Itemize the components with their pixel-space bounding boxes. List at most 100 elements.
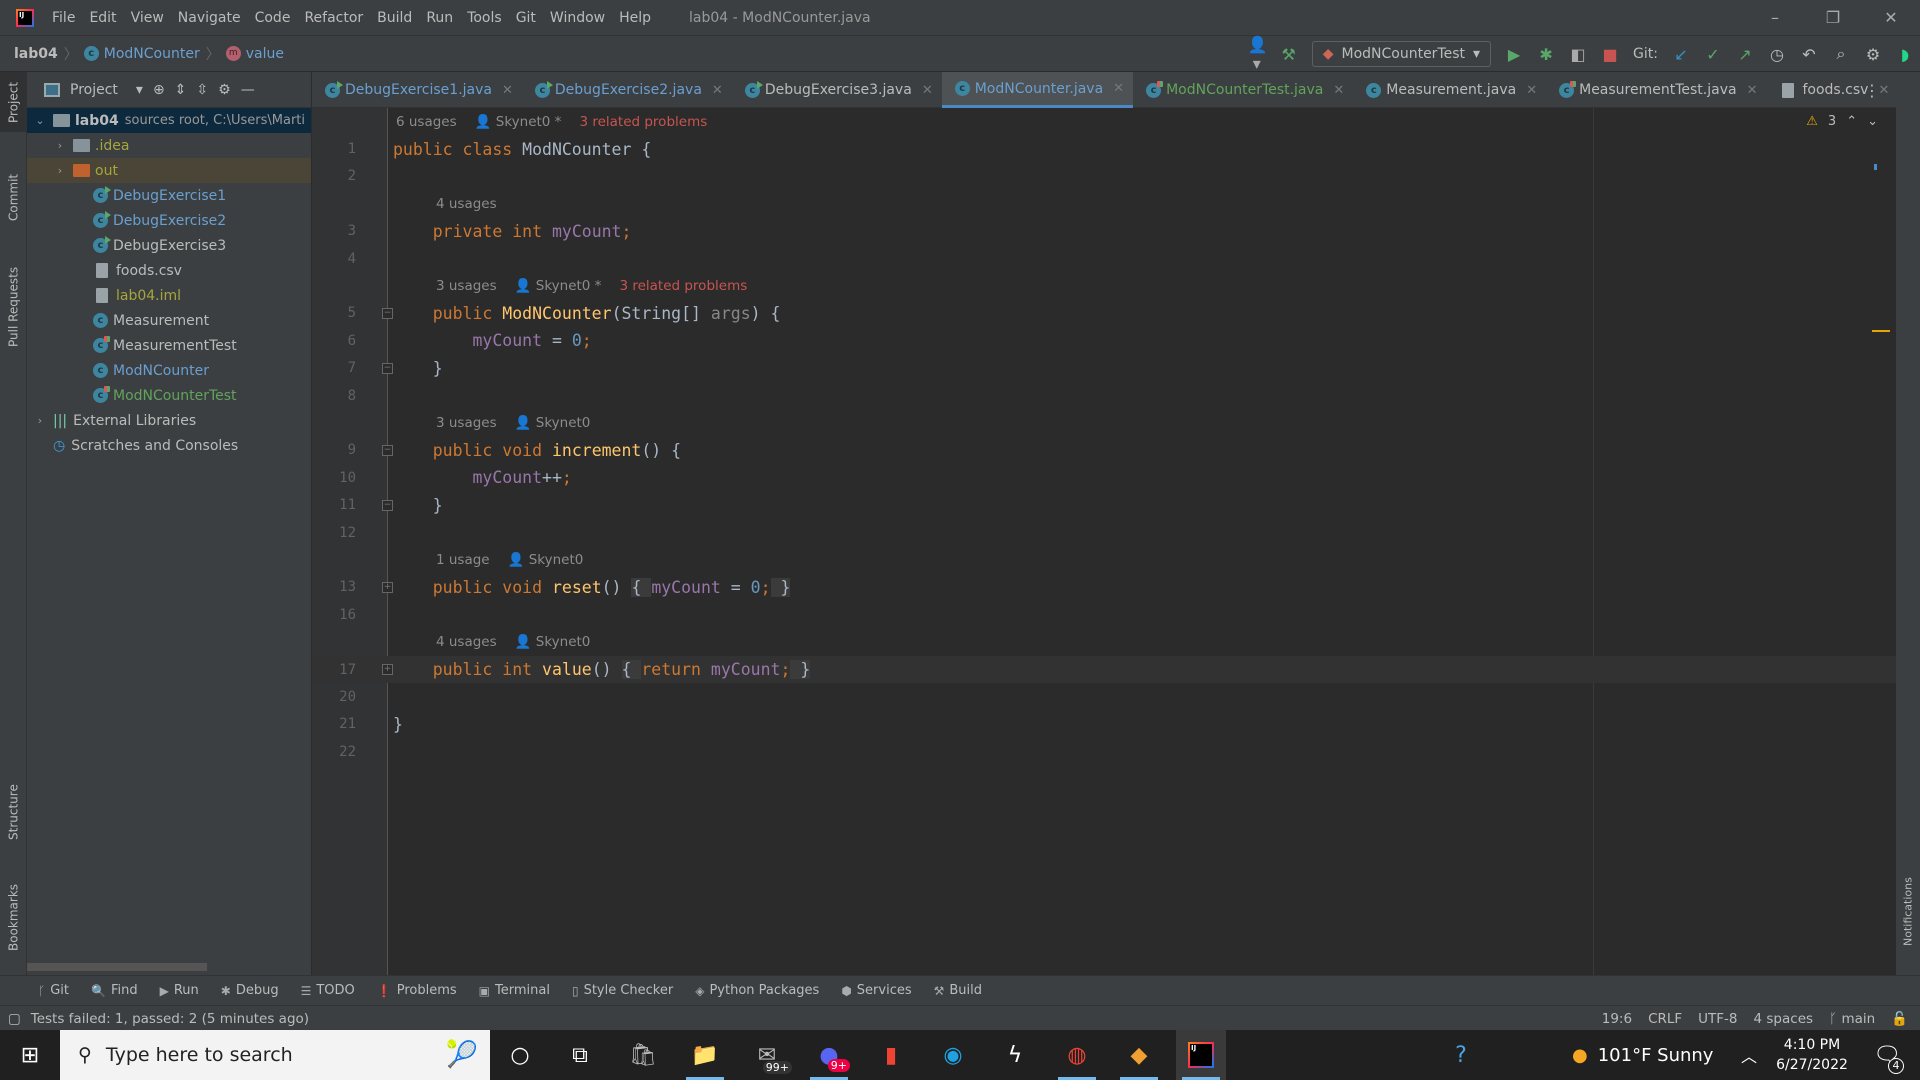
related-problems-hint[interactable]: 3 related problems bbox=[619, 278, 747, 294]
menu-help[interactable]: Help bbox=[619, 10, 651, 26]
tree-item[interactable]: › .idea bbox=[27, 133, 311, 158]
tab-debugexercise1-java[interactable]: c DebugExercise1.java ✕ bbox=[312, 72, 522, 108]
tool-run[interactable]: ▶ Run bbox=[160, 983, 199, 998]
tree-item[interactable]: ◷ Scratches and Consoles bbox=[27, 433, 311, 458]
author-hint[interactable]: 👤 Skynet0 * bbox=[515, 278, 602, 294]
menu-view[interactable]: View bbox=[131, 10, 164, 26]
debug-icon[interactable]: ✱ bbox=[1537, 45, 1555, 64]
hide-icon[interactable]: — bbox=[241, 82, 255, 98]
settings-gear-icon[interactable]: ⚙ bbox=[218, 82, 231, 98]
history-icon[interactable]: ◷ bbox=[1768, 45, 1786, 64]
coverage-icon[interactable]: ◧ bbox=[1569, 45, 1587, 64]
minimize-button[interactable]: – bbox=[1746, 0, 1804, 36]
author-hint[interactable]: 👤 Skynet0 bbox=[508, 552, 584, 568]
line-ending[interactable]: CRLF bbox=[1648, 1011, 1682, 1027]
menu-code[interactable]: Code bbox=[255, 10, 291, 26]
git-branch[interactable]: ᚴ main bbox=[1829, 1011, 1875, 1027]
task-view-icon[interactable]: ⧉ bbox=[555, 1030, 605, 1080]
usages-hint[interactable]: 3 usages bbox=[436, 415, 497, 431]
locate-icon[interactable]: ⊕ bbox=[153, 82, 165, 98]
tool-terminal[interactable]: ▣ Terminal bbox=[479, 983, 550, 998]
expand-fold-icon[interactable]: + bbox=[382, 581, 393, 593]
chrome-icon[interactable]: ◍ bbox=[1052, 1030, 1102, 1080]
tab-measurementtest-java[interactable]: c MeasurementTest.java ✕ bbox=[1546, 72, 1766, 108]
code-line[interactable]: 13 + public void reset() { myCount = 0; } bbox=[312, 574, 1896, 601]
git-update-icon[interactable]: ↙ bbox=[1672, 45, 1690, 64]
menu-git[interactable]: Git bbox=[516, 10, 536, 26]
lock-icon[interactable]: 🔓 bbox=[1891, 1011, 1908, 1027]
code-editor[interactable]: ⚠ 3 ⌃ ⌄ 6 usages 👤 Skynet0 * 3 related probl… bbox=[312, 108, 1896, 975]
collapse-fold-icon[interactable]: − bbox=[382, 362, 393, 374]
tree-item[interactable]: lab04.iml bbox=[27, 283, 311, 308]
tool-tab-commit[interactable]: Commit bbox=[0, 157, 27, 237]
code-line[interactable]: 12 bbox=[312, 519, 1896, 546]
show-hidden-icons-icon[interactable]: ︿ bbox=[1724, 1030, 1774, 1080]
collapse-fold-icon[interactable]: − bbox=[382, 499, 393, 511]
panel-toggle-icon[interactable]: ▢ bbox=[8, 1011, 21, 1027]
tool-find[interactable]: 🔍 Find bbox=[91, 983, 138, 998]
close-button[interactable]: ✕ bbox=[1862, 0, 1920, 36]
usages-hint[interactable]: 1 usage bbox=[436, 552, 490, 568]
restore-button[interactable]: ❐ bbox=[1804, 0, 1862, 36]
close-tab-icon[interactable]: ✕ bbox=[1526, 83, 1537, 98]
close-tab-icon[interactable]: ✕ bbox=[1113, 81, 1124, 96]
git-commit-icon[interactable]: ✓ bbox=[1704, 45, 1722, 64]
windows-start-icon[interactable]: ⊞ bbox=[5, 1030, 55, 1080]
previous-highlight-icon[interactable]: ⌃ bbox=[1846, 114, 1857, 129]
breadcrumb-project[interactable]: lab04 bbox=[14, 46, 58, 62]
mail-icon[interactable]: ✉ 99+ bbox=[742, 1030, 792, 1080]
notifications-icon[interactable]: 🗨 4 bbox=[1862, 1030, 1912, 1080]
close-tab-icon[interactable]: ✕ bbox=[502, 83, 513, 98]
file-explorer-icon[interactable]: 📁 bbox=[680, 1030, 730, 1080]
more-tabs-icon[interactable]: ⋮ bbox=[1864, 81, 1880, 100]
tree-item[interactable]: › out bbox=[27, 158, 311, 183]
tool-services[interactable]: ⬢ Services bbox=[841, 983, 911, 998]
author-hint[interactable]: 👤 Skynet0 bbox=[515, 634, 591, 650]
close-tab-icon[interactable]: ✕ bbox=[1878, 83, 1889, 98]
tool-debug[interactable]: ✱ Debug bbox=[221, 983, 279, 998]
code-line[interactable]: 3 private int myCount; bbox=[312, 218, 1896, 245]
cortana-icon[interactable]: ○ bbox=[495, 1030, 545, 1080]
code-line[interactable]: 7 − } bbox=[312, 355, 1896, 382]
usages-hint[interactable]: 4 usages bbox=[436, 634, 497, 650]
git-push-icon[interactable]: ↗ bbox=[1736, 45, 1754, 64]
close-tab-icon[interactable]: ✕ bbox=[1747, 83, 1758, 98]
code-line[interactable]: 5 − public ModNCounter(String[] args) { bbox=[312, 300, 1896, 327]
breadcrumb-class[interactable]: c ModNCounter bbox=[83, 46, 200, 62]
tool-todo[interactable]: ☰ TODO bbox=[301, 983, 355, 998]
code-line[interactable]: 2 bbox=[312, 163, 1896, 190]
status-message[interactable]: Tests failed: 1, passed: 2 (5 minutes ag… bbox=[31, 1011, 309, 1027]
warning-count[interactable]: 3 bbox=[1828, 114, 1836, 129]
code-line[interactable]: 20 bbox=[312, 683, 1896, 710]
tool-build[interactable]: ⚒ Build bbox=[934, 983, 982, 998]
tool-tab-pull-requests[interactable]: Pull Requests bbox=[0, 252, 27, 362]
related-problems-hint[interactable]: 3 related problems bbox=[579, 114, 707, 130]
project-panel-title[interactable]: Project bbox=[70, 82, 118, 98]
usages-hint[interactable]: 4 usages bbox=[436, 196, 497, 212]
code-line[interactable]: 6 myCount = 0; bbox=[312, 327, 1896, 354]
expand-arrow-icon[interactable]: › bbox=[53, 139, 67, 152]
menu-window[interactable]: Window bbox=[550, 10, 605, 26]
tab-debugexercise3-java[interactable]: c DebugExercise3.java ✕ bbox=[732, 72, 942, 108]
code-line[interactable]: 1 public class ModNCounter { bbox=[312, 135, 1896, 162]
tool-tab-project[interactable]: Project bbox=[0, 72, 27, 132]
expand-arrow-icon[interactable]: › bbox=[53, 164, 67, 177]
code-line[interactable]: 17 + public int value() { return myCount;… bbox=[312, 656, 1896, 684]
file-encoding[interactable]: UTF-8 bbox=[1698, 1011, 1737, 1027]
next-highlight-icon[interactable]: ⌄ bbox=[1867, 114, 1878, 129]
tab-measurement-java[interactable]: c Measurement.java ✕ bbox=[1353, 72, 1546, 108]
close-tab-icon[interactable]: ✕ bbox=[712, 83, 723, 98]
menu-file[interactable]: File bbox=[52, 10, 75, 26]
vcs-user-icon[interactable]: 👤▾ bbox=[1248, 35, 1268, 73]
expand-arrow-icon[interactable]: › bbox=[33, 414, 47, 427]
weather-widget[interactable]: ● 101°F Sunny bbox=[1572, 1030, 1713, 1080]
tab-modncountertest-java[interactable]: c ModNCounterTest.java ✕ bbox=[1133, 72, 1353, 108]
search-icon[interactable]: ⌕ bbox=[1832, 44, 1850, 64]
tree-item[interactable]: ⌄ lab04 sources root, C:\Users\Marti bbox=[27, 108, 311, 133]
collapse-fold-icon[interactable]: − bbox=[382, 444, 393, 456]
tab-debugexercise2-java[interactable]: c DebugExercise2.java ✕ bbox=[522, 72, 732, 108]
tool-problems[interactable]: ❗ Problems bbox=[377, 983, 457, 998]
tree-item[interactable]: c DebugExercise1 bbox=[27, 183, 311, 208]
collapse-all-icon[interactable]: ⇳ bbox=[196, 82, 208, 98]
run-configuration-select[interactable]: ◆ ModNCounterTest ▾ bbox=[1311, 41, 1492, 67]
